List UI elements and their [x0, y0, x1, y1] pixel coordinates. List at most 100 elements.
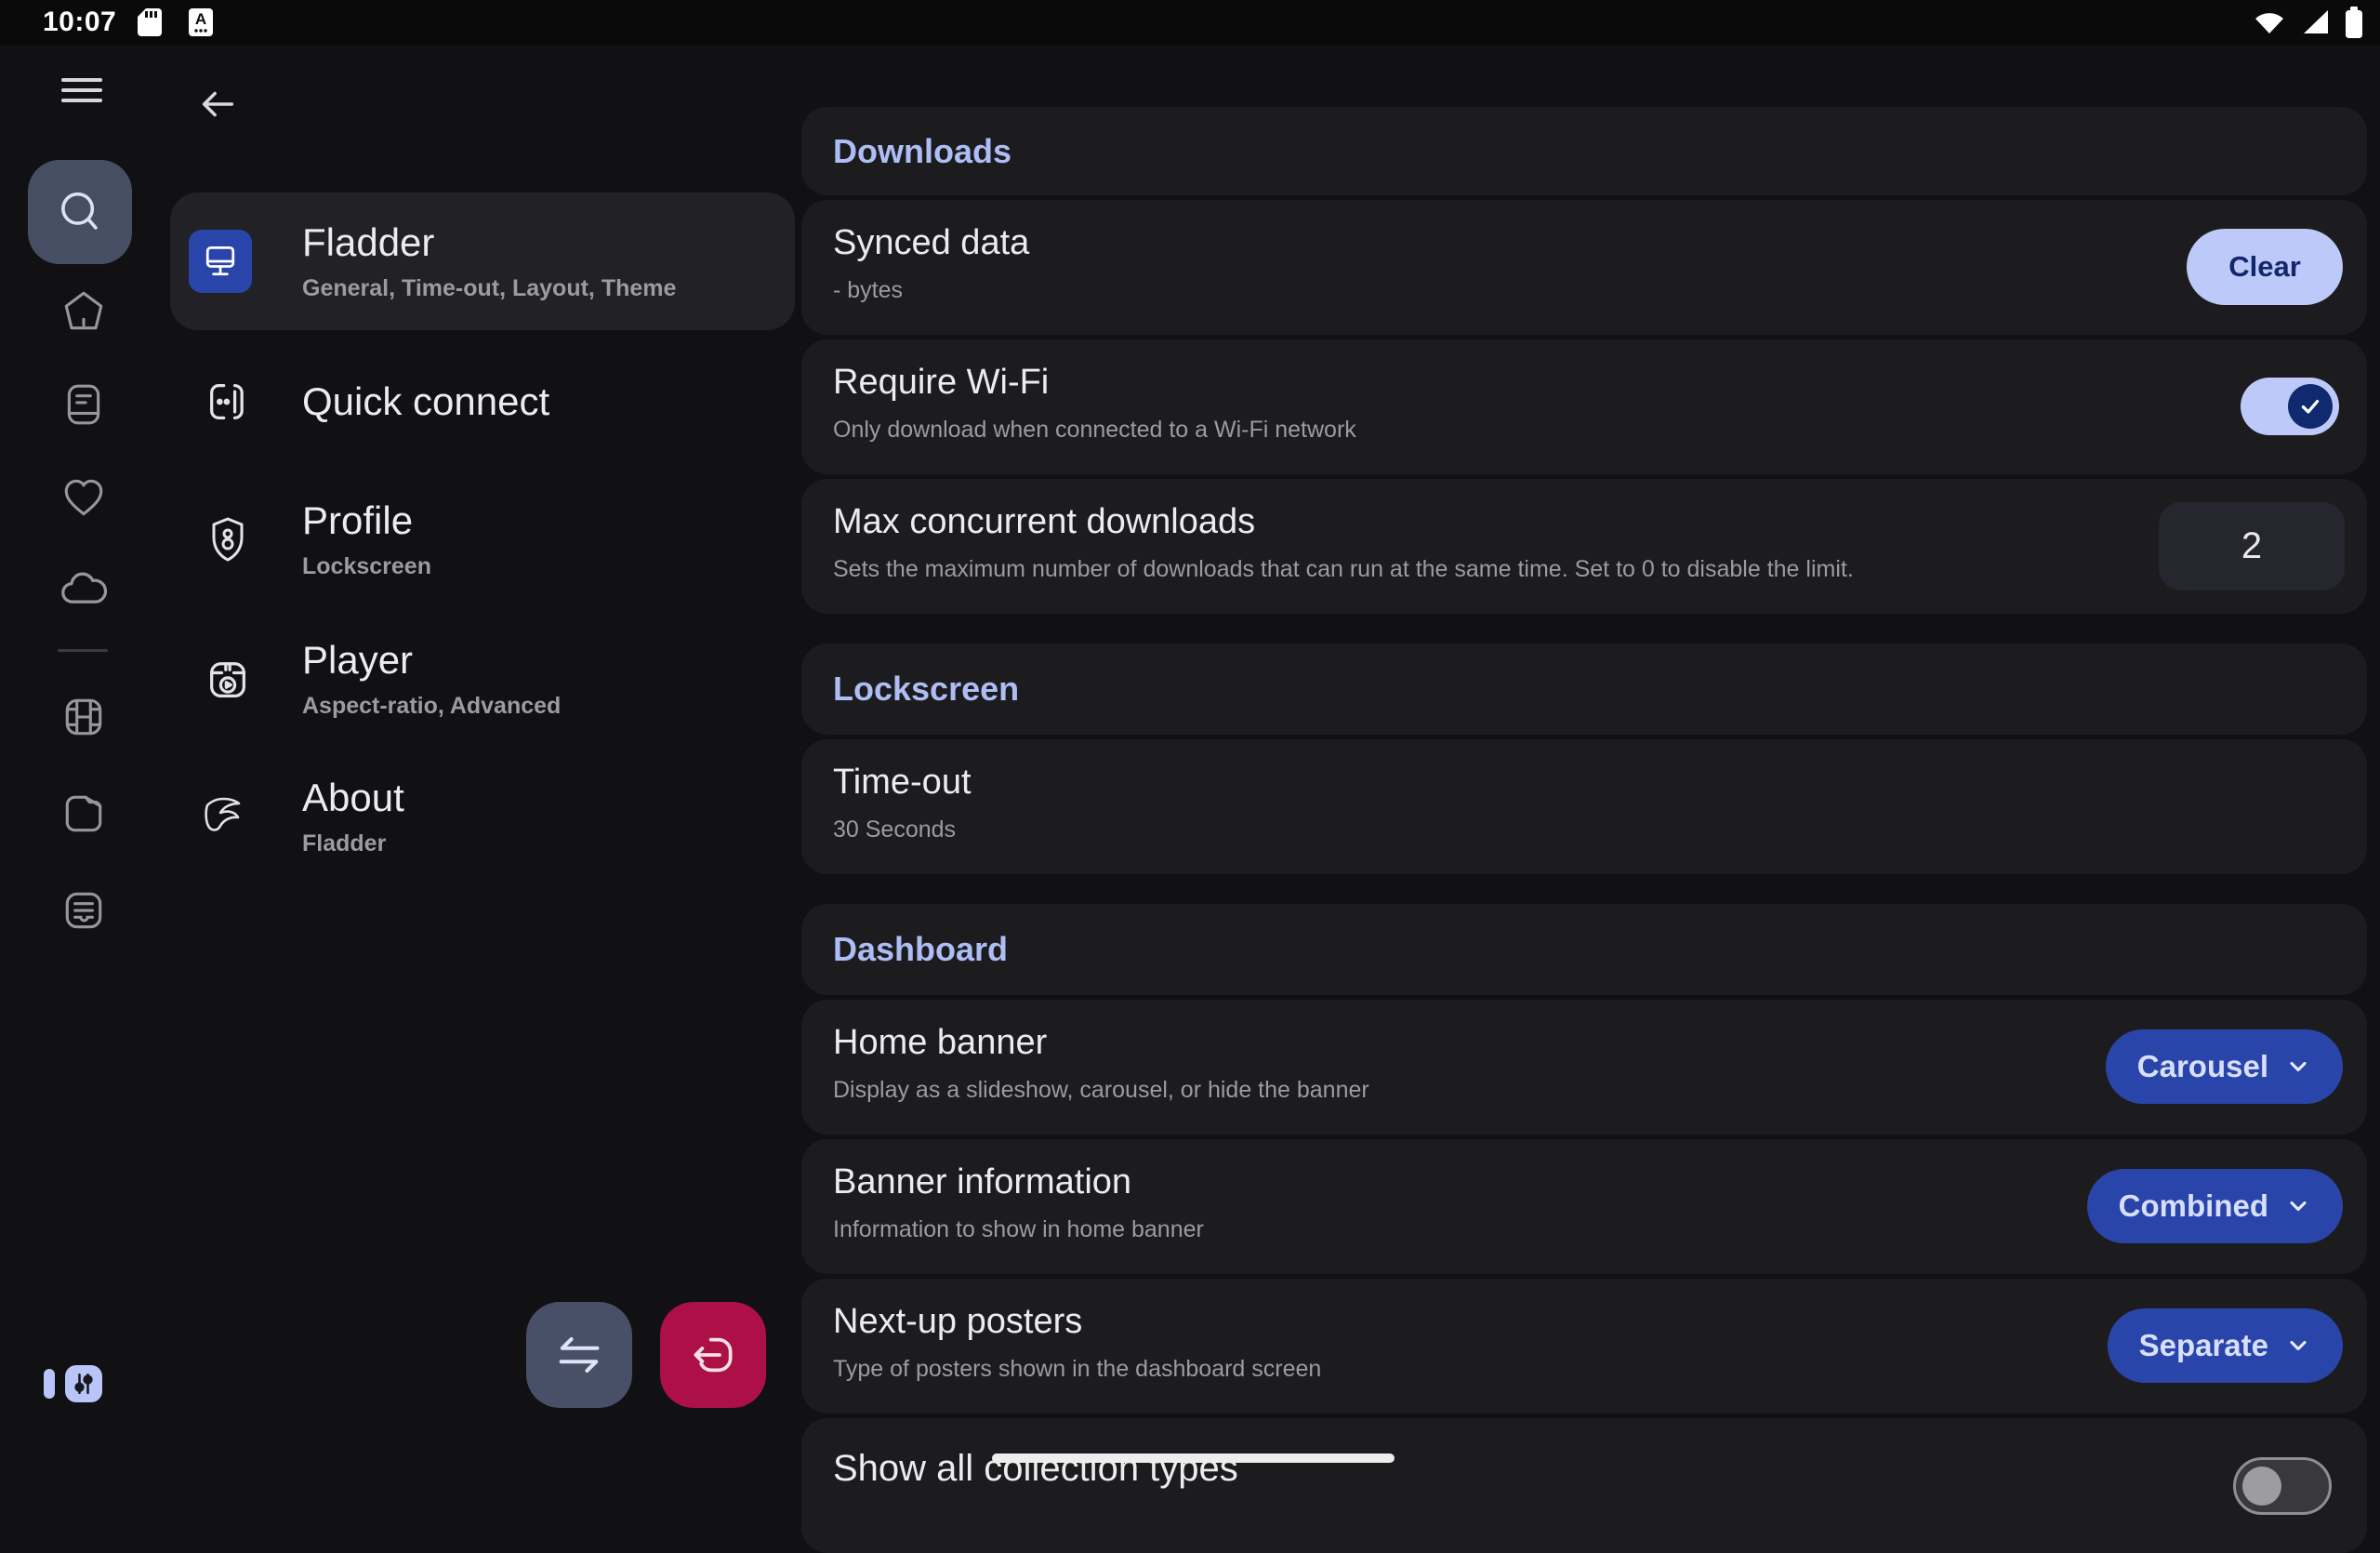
show-all-collection-types-toggle[interactable]: [2233, 1457, 2332, 1515]
chevron-down-icon: [2285, 1054, 2311, 1080]
row-banner-information[interactable]: Banner information Information to show i…: [801, 1139, 2367, 1274]
row-title: Require Wi-Fi: [833, 362, 2088, 405]
section-header-lockscreen: Lockscreen: [801, 644, 2367, 735]
fladder-bird-icon: [204, 792, 252, 841]
fladder-settings-icon: [189, 230, 252, 293]
nav-item-sync[interactable]: [0, 567, 167, 610]
menu-item-about[interactable]: About Fladder: [189, 751, 774, 882]
wifi-icon: [2254, 8, 2285, 36]
toggle-thumb: [2242, 1467, 2281, 1506]
folder-icon: [60, 790, 107, 837]
row-subtitle: - bytes: [833, 277, 2088, 304]
settings-active-indicator: [44, 1369, 55, 1399]
cellular-signal-icon: [2300, 8, 2330, 36]
row-title: Time-out: [833, 762, 2088, 804]
row-synced-data[interactable]: Synced data - bytes Clear: [801, 200, 2367, 335]
swap-arrows-icon: [552, 1328, 606, 1382]
menu-item-title: About: [302, 776, 404, 820]
app-notification-icon: A: [189, 8, 213, 36]
menu-icon[interactable]: [61, 78, 102, 104]
row-subtitle: Type of posters shown in the dashboard s…: [833, 1356, 2088, 1383]
chevron-down-icon: [2285, 1193, 2311, 1219]
section-header-dashboard: Dashboard: [801, 904, 2367, 995]
arrow-left-icon: [196, 83, 239, 126]
rail-divider: [58, 649, 108, 652]
menu-item-profile[interactable]: Profile Lockscreen: [189, 474, 774, 604]
settings-menu-panel: Fladder General, Time-out, Layout, Theme…: [167, 45, 801, 1488]
menu-item-fladder[interactable]: Fladder General, Time-out, Layout, Theme: [170, 192, 795, 330]
settings-tune-button[interactable]: [65, 1365, 102, 1402]
battery-icon: [2345, 7, 2363, 38]
logout-icon: [687, 1329, 739, 1381]
row-title: Banner information: [833, 1161, 2088, 1204]
sd-card-icon: [137, 7, 163, 37]
nav-item-library[interactable]: [0, 381, 167, 428]
nav-item-collections[interactable]: [0, 887, 167, 934]
dropdown-value: Carousel: [2137, 1049, 2268, 1084]
row-show-all-collection-types[interactable]: Show all collection types: [801, 1418, 2367, 1553]
menu-item-title: Fladder: [302, 220, 676, 265]
tune-sliders-icon: [70, 1370, 98, 1398]
home-icon: [60, 288, 107, 335]
row-subtitle: 30 Seconds: [833, 816, 2088, 843]
row-require-wifi[interactable]: Require Wi-Fi Only download when connect…: [801, 339, 2367, 474]
heart-icon: [60, 474, 107, 521]
nav-item-movies[interactable]: [0, 694, 167, 740]
menu-item-player[interactable]: Player Aspect-ratio, Advanced: [189, 614, 774, 744]
search-icon: [53, 185, 107, 239]
nav-item-home[interactable]: [0, 288, 167, 335]
row-timeout[interactable]: Time-out 30 Seconds: [801, 739, 2367, 874]
collections-icon: [60, 887, 107, 934]
menu-item-title: Player: [302, 638, 561, 683]
back-button[interactable]: [193, 80, 242, 128]
switch-server-button[interactable]: [526, 1302, 632, 1408]
menu-item-subtitle: Lockscreen: [302, 553, 431, 580]
row-subtitle: Only download when connected to a Wi-Fi …: [833, 417, 2088, 444]
status-bar: 10:07 A: [0, 0, 2380, 45]
player-icon: [204, 655, 252, 703]
row-title: Next-up posters: [833, 1301, 2088, 1344]
row-max-concurrent-downloads[interactable]: Max concurrent downloads Sets the maximu…: [801, 479, 2367, 614]
menu-item-title: Profile: [302, 498, 431, 543]
logout-button[interactable]: [660, 1302, 766, 1408]
clear-button[interactable]: Clear: [2187, 229, 2343, 305]
nav-item-favorites[interactable]: [0, 474, 167, 521]
banner-information-dropdown[interactable]: Combined: [2087, 1169, 2343, 1243]
chevron-down-icon: [2285, 1333, 2311, 1359]
max-downloads-value[interactable]: 2: [2159, 502, 2345, 591]
row-home-banner[interactable]: Home banner Display as a slideshow, caro…: [801, 1000, 2367, 1135]
section-header-downloads: Downloads: [801, 107, 2367, 195]
clock: 10:07: [43, 7, 116, 38]
checkmark-icon: [2298, 394, 2322, 418]
menu-item-subtitle: General, Time-out, Layout, Theme: [302, 275, 676, 302]
nav-item-folders[interactable]: [0, 790, 167, 837]
section-header-label: Lockscreen: [833, 670, 1019, 709]
menu-item-subtitle: Fladder: [302, 830, 404, 857]
next-up-posters-dropdown[interactable]: Separate: [2108, 1308, 2343, 1383]
section-header-label: Dashboard: [833, 930, 1008, 969]
nav-item-search[interactable]: [28, 160, 132, 264]
row-next-up-posters[interactable]: Next-up posters Type of posters shown in…: [801, 1279, 2367, 1414]
profile-shield-icon: [204, 515, 252, 564]
menu-item-title: Quick connect: [302, 379, 549, 424]
section-header-label: Downloads: [833, 132, 1012, 171]
library-icon: [60, 381, 107, 428]
film-icon: [60, 694, 107, 740]
scrollbar-thumb[interactable]: [992, 1453, 1395, 1463]
nav-rail: [0, 45, 167, 1488]
menu-item-subtitle: Aspect-ratio, Advanced: [302, 693, 561, 720]
dropdown-value: Combined: [2119, 1188, 2268, 1224]
svg-text:A: A: [195, 10, 206, 28]
row-title: Max concurrent downloads: [833, 501, 2125, 544]
cloud-icon: [60, 567, 108, 610]
require-wifi-toggle[interactable]: [2241, 378, 2339, 435]
home-banner-dropdown[interactable]: Carousel: [2106, 1029, 2343, 1104]
quick-connect-icon: [204, 378, 252, 426]
row-title: Synced data: [833, 222, 2088, 265]
dropdown-value: Separate: [2139, 1328, 2268, 1363]
toggle-thumb: [2288, 384, 2333, 429]
row-subtitle: Information to show in home banner: [833, 1216, 2088, 1243]
settings-content: Downloads Synced data - bytes Clear Requ…: [801, 45, 2367, 1488]
menu-item-quick-connect[interactable]: Quick connect: [189, 346, 774, 458]
row-subtitle: Display as a slideshow, carousel, or hid…: [833, 1077, 2088, 1104]
